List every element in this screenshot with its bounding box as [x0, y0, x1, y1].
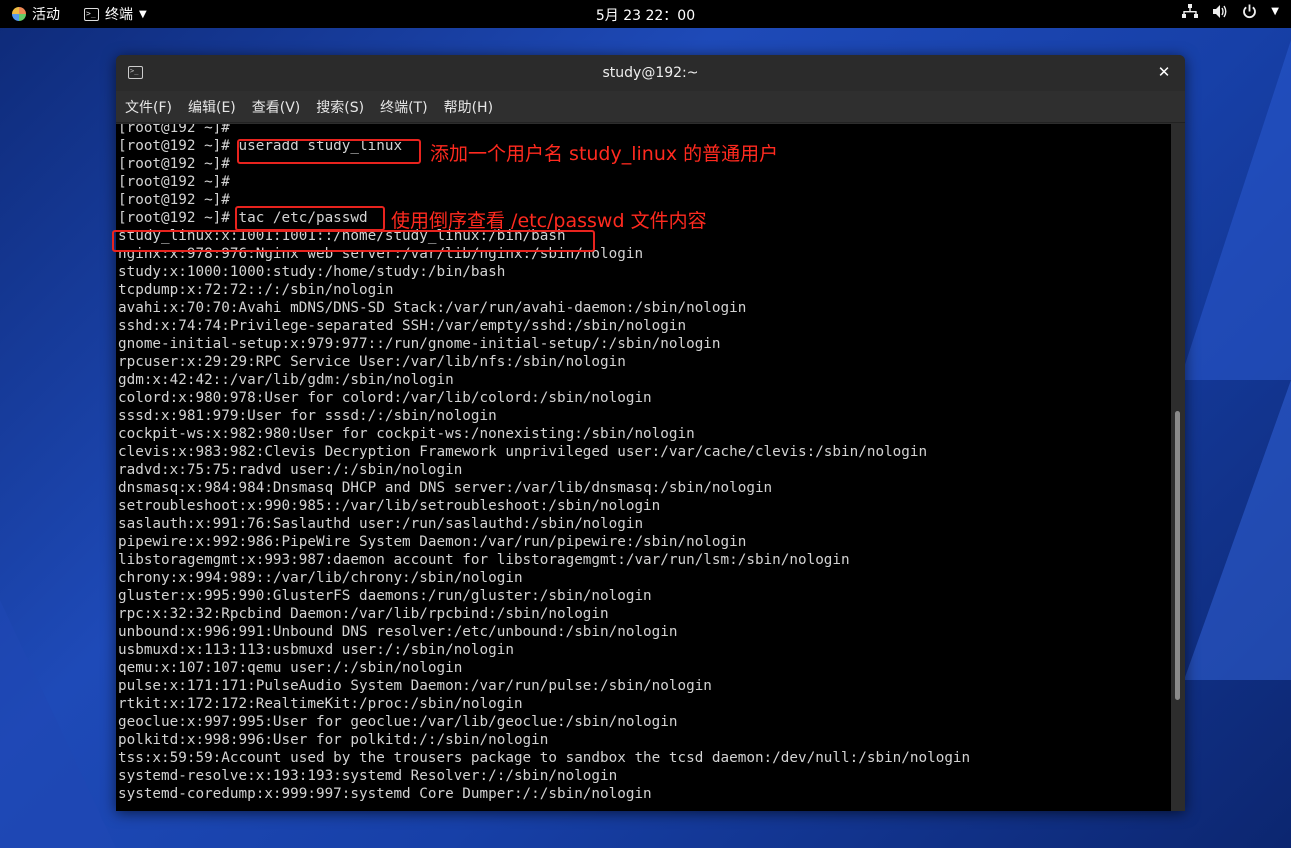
menu-view[interactable]: 查看(V): [252, 94, 301, 120]
menu-help[interactable]: 帮助(H): [444, 94, 493, 120]
terminal-line: rpc:x:32:32:Rpcbind Daemon:/var/lib/rpcb…: [118, 606, 609, 622]
close-button[interactable]: ✕: [1155, 63, 1173, 81]
terminal-line: gnome-initial-setup:x:979:977::/run/gnom…: [118, 336, 721, 352]
terminal-line: systemd-coredump:x:999:997:systemd Core …: [118, 786, 652, 802]
activities-icon: [12, 7, 26, 21]
terminal-line: tcpdump:x:72:72::/:/sbin/nologin: [118, 282, 394, 298]
terminal-line: usbmuxd:x:113:113:usbmuxd user:/:/sbin/n…: [118, 642, 514, 658]
highlight-tac-command: [235, 206, 385, 231]
terminal-line: rpcuser:x:29:29:RPC Service User:/var/li…: [118, 354, 626, 370]
activities-label: 活动: [32, 7, 60, 23]
terminal-line: sshd:x:74:74:Privilege-separated SSH:/va…: [118, 318, 687, 334]
annotation-useradd: 添加一个用户名 study_linux 的普通用户: [430, 143, 779, 165]
terminal-line: [root@192 ~]#: [118, 174, 230, 190]
highlight-useradd-command: [237, 139, 421, 164]
terminal-line: cockpit-ws:x:982:980:User for cockpit-ws…: [118, 426, 695, 442]
terminal-icon: >_: [84, 7, 99, 21]
terminal-line: chrony:x:994:989::/var/lib/chrony:/sbin/…: [118, 570, 523, 586]
menu-bar: 文件(F) 编辑(E) 查看(V) 搜索(S) 终端(T) 帮助(H): [116, 91, 1185, 123]
terminal-line: libstoragemgmt:x:993:987:daemon account …: [118, 552, 850, 568]
terminal-line: systemd-resolve:x:193:193:systemd Resolv…: [118, 768, 618, 784]
terminal-line: avahi:x:70:70:Avahi mDNS/DNS-SD Stack:/v…: [118, 300, 747, 316]
app-menu-label: 终端: [105, 7, 133, 23]
terminal-line: [root@192 ~]#: [118, 192, 230, 208]
terminal-line: qemu:x:107:107:qemu user:/:/sbin/nologin: [118, 660, 463, 676]
terminal-line: pulse:x:171:171:PulseAudio System Daemon…: [118, 678, 712, 694]
terminal-line: geoclue:x:997:995:User for geoclue:/var/…: [118, 714, 678, 730]
volume-icon: [1213, 5, 1227, 18]
terminal-line: rtkit:x:172:172:RealtimeKit:/proc:/sbin/…: [118, 696, 523, 712]
terminal-line: study:x:1000:1000:study:/home/study:/bin…: [118, 264, 506, 280]
wallpaper-shape: [0, 600, 116, 848]
top-bar: 活动 >_ 终端 ▼ 5月 23 22：00 ▼: [0, 0, 1291, 28]
chevron-down-icon: ▼: [1271, 6, 1279, 17]
window-title: study@192:~: [602, 65, 699, 81]
scrollbar[interactable]: [1171, 124, 1185, 811]
terminal-line: [root@192 ~]#: [118, 124, 230, 136]
menu-edit[interactable]: 编辑(E): [188, 94, 236, 120]
system-status-menu[interactable]: ▼: [1182, 4, 1279, 19]
terminal-line: unbound:x:996:991:Unbound DNS resolver:/…: [118, 624, 678, 640]
highlight-new-user-entry: [112, 230, 595, 252]
chevron-down-icon: ▼: [139, 8, 147, 20]
terminal-line: gluster:x:995:990:GlusterFS daemons:/run…: [118, 588, 652, 604]
power-icon: [1243, 4, 1257, 19]
app-menu-button[interactable]: >_ 终端 ▼: [84, 4, 147, 24]
terminal-line: colord:x:980:978:User for colord:/var/li…: [118, 390, 652, 406]
terminal-line: setroubleshoot:x:990:985::/var/lib/setro…: [118, 498, 661, 514]
terminal-line: sssd:x:981:979:User for sssd:/:/sbin/nol…: [118, 408, 497, 424]
terminal-window: >_ study@192:~ ✕ 文件(F) 编辑(E) 查看(V) 搜索(S)…: [116, 55, 1185, 811]
wallpaper-shape: [1184, 380, 1291, 680]
terminal-line: saslauth:x:991:76:Saslauthd user:/run/sa…: [118, 516, 644, 532]
clock[interactable]: 5月 23 22：00: [596, 8, 695, 24]
menu-file[interactable]: 文件(F): [125, 94, 172, 120]
terminal-line: pipewire:x:992:986:PipeWire System Daemo…: [118, 534, 747, 550]
terminal-line: polkitd:x:998:996:User for polkitd:/:/sb…: [118, 732, 549, 748]
annotation-tac: 使用倒序查看 /etc/passwd 文件内容: [391, 210, 707, 232]
terminal-line: [root@192 ~]#: [118, 156, 230, 172]
menu-terminal[interactable]: 终端(T): [380, 94, 427, 120]
terminal-line: clevis:x:983:982:Clevis Decryption Frame…: [118, 444, 928, 460]
title-bar[interactable]: >_ study@192:~ ✕: [116, 55, 1185, 91]
scrollbar-thumb[interactable]: [1175, 411, 1180, 700]
terminal-line: gdm:x:42:42::/var/lib/gdm:/sbin/nologin: [118, 372, 454, 388]
terminal-line: dnsmasq:x:984:984:Dnsmasq DHCP and DNS s…: [118, 480, 773, 496]
activities-button[interactable]: 活动: [12, 4, 60, 24]
terminal-line: tss:x:59:59:Account used by the trousers…: [118, 750, 971, 766]
terminal-line: radvd:x:75:75:radvd user:/:/sbin/nologin: [118, 462, 463, 478]
menu-search[interactable]: 搜索(S): [316, 94, 364, 120]
network-icon: [1182, 4, 1199, 18]
wallpaper-shape: [1180, 40, 1291, 380]
